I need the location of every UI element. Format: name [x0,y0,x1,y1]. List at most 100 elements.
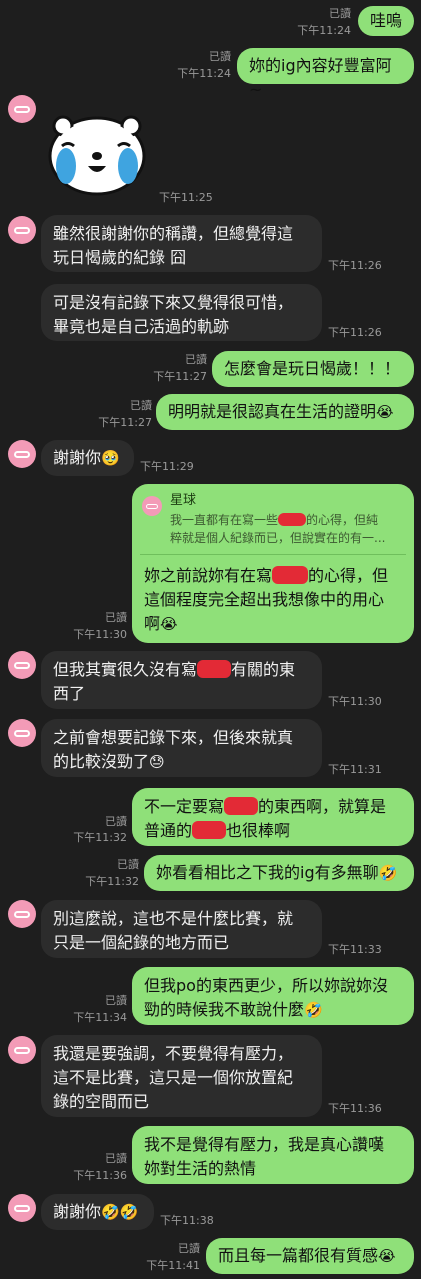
read-receipt: 已讀 [105,815,127,828]
message-time: 下午11:24 [177,67,231,80]
redaction-mark [192,821,227,839]
message-time: 下午11:34 [73,1011,127,1024]
message-time: 下午11:27 [153,370,207,383]
quoted-sender-name: 星球 [170,493,197,508]
message-line: 畢竟也是自己活過的軌跡 [53,317,230,336]
message-bubble[interactable]: 妳的ig內容好豐富阿~ [237,48,414,99]
message-bubble[interactable]: 但我其實很久沒有寫 有關的東 西了 [41,651,322,709]
message-time: 下午11:29 [140,460,194,473]
message-time: 下午11:31 [328,763,382,776]
message-text: 妳看看相比之下我的ig有多無聊 [156,863,379,882]
message-text: 有關的東 [231,660,296,679]
message-text: 而且每一篇都很有質感 [218,1246,379,1265]
contact-avatar[interactable] [8,651,36,679]
message-bubble[interactable]: 星球 我一直都有在寫一些 的心得，但純 粹就是個人紀錄而已，但說實在的有一... … [132,484,414,643]
message-text: 但我其實很久沒有寫 [53,660,198,679]
message-time: 下午11:30 [73,628,127,641]
message-line: 不一定要寫 的東西啊，就算是 [144,795,402,819]
message-line: 玩日愒歲的紀錄 囧 [53,248,187,267]
message-line: 妳之前說妳有在寫 的心得，但 [144,564,388,588]
contact-avatar[interactable] [8,719,36,747]
contact-avatar[interactable] [8,1036,36,1064]
message-line: 的比較沒勁了😓 [53,750,310,774]
message-time: 下午11:33 [328,943,382,956]
sweat-emoji-icon: 😓 [149,753,165,771]
message-text: 的心得，但 [308,566,389,585]
quoted-avatar [142,496,162,516]
contact-avatar[interactable] [8,95,36,123]
quoted-message[interactable]: 星球 我一直都有在寫一些 的心得，但純 粹就是個人紀錄而已，但說實在的有一... [132,484,414,549]
message-time: 下午11:36 [73,1169,127,1182]
message-bubble[interactable]: 謝謝你🤣🤣 [41,1194,154,1230]
message-line: 這不是比賽，這只是一個你放置紀 [53,1068,294,1087]
message-time: 下午11:41 [146,1259,200,1272]
redaction-mark [197,660,232,678]
message-text: 不一定要寫 [144,797,225,816]
message-bubble[interactable]: 謝謝你🥹 [41,440,134,476]
message-bubble[interactable]: 哇嗚 [358,6,414,36]
message-line: 妳對生活的熱情 [144,1159,257,1178]
message-time: 下午11:25 [159,191,213,204]
message-bubble[interactable]: 怎麼會是玩日愒歲！！！ [212,351,414,387]
quoted-text: 我一直都有在寫一些 [170,513,279,527]
crying-bear-sticker[interactable] [46,108,148,196]
rofl-emoji-icon: 🤣 [378,864,398,882]
message-time: 下午11:36 [328,1102,382,1115]
quote-divider [140,554,406,555]
message-time: 下午11:38 [160,1214,214,1227]
pleading-emoji-icon: 🥹 [101,449,120,467]
message-line: 雖然很謝謝你的稱讚，但總覺得這 [53,224,294,243]
message-text: 明明就是很認真在生活的證明 [168,402,377,421]
message-text: 的東西啊，就算是 [258,797,387,816]
read-receipt: 已讀 [105,994,127,1007]
message-bubble[interactable]: 不一定要寫 的東西啊，就算是 普通的 也很棒啊 [132,788,414,846]
message-line: 可是沒有記錄下來又覺得很可惜， [53,293,294,312]
read-receipt: 已讀 [117,858,139,871]
message-line: 別這麼說，這也不是什麼比賽，就 [53,909,294,928]
message-bubble[interactable]: 明明就是很認真在生活的證明😭 [156,394,414,430]
message-line: 只是一個紀錄的地方而已 [53,933,230,952]
contact-avatar[interactable] [8,440,36,468]
crying-emoji-icon: 😭 [160,615,178,633]
message-bubble[interactable]: 但我po的東西更少，所以妳說妳沒 勁的時候我不敢說什麼🤣 [132,967,414,1025]
message-bubble[interactable]: 我不是覺得有壓力，我是真心讚嘆 妳對生活的熱情 [132,1126,414,1184]
message-text: 勁的時候我不敢說什麼 [144,1000,305,1019]
message-bubble[interactable]: 而且每一篇都很有質感😭 [206,1238,414,1274]
message-bubble[interactable]: 我還是要強調，不要覺得有壓力， 這不是比賽，這只是一個你放置紀 錄的空間而已 [41,1035,322,1117]
message-line: 啊😭 [144,612,178,636]
message-bubble[interactable]: 雖然很謝謝你的稱讚，但總覺得這 玩日愒歲的紀錄 囧 [41,215,322,272]
message-bubble[interactable]: 之前會想要記錄下來，但後來就真 的比較沒勁了😓 [41,719,322,777]
message-text: 哇嗚 [370,11,403,30]
message-text: 謝謝你 [53,1202,102,1221]
quoted-text: 粹就是個人紀錄而已，但說實在的有一... [170,531,386,545]
message-text: 普通的 [144,821,193,840]
redaction-mark [278,513,307,526]
contact-avatar[interactable] [8,900,36,928]
contact-avatar[interactable] [8,216,36,244]
message-bubble[interactable]: 妳看看相比之下我的ig有多無聊🤣 [144,855,414,891]
message-line: 之前會想要記錄下來，但後來就真 [53,728,294,747]
crying-emoji-icon: 😭 [376,403,394,421]
redaction-mark [272,566,309,584]
message-time: 下午11:30 [328,695,382,708]
message-time: 下午11:24 [297,24,351,37]
quoted-text: 的心得，但純 [306,513,379,527]
read-receipt: 已讀 [105,611,127,624]
message-time: 下午11:32 [85,875,139,888]
message-line: 但我po的東西更少，所以妳說妳沒 [144,976,388,995]
message-bubble[interactable]: 可是沒有記錄下來又覺得很可惜， 畢竟也是自己活過的軌跡 [41,284,322,341]
message-line: 我不是覺得有壓力，我是真心讚嘆 [144,1135,385,1154]
message-bubble[interactable]: 別這麼說，這也不是什麼比賽，就 只是一個紀錄的地方而已 [41,900,322,958]
message-line: 我還是要強調，不要覺得有壓力， [53,1044,294,1063]
message-text: 謝謝你 [53,448,102,467]
read-receipt: 已讀 [130,399,152,412]
message-text: 啊 [144,614,161,633]
read-receipt: 已讀 [178,1242,200,1255]
contact-avatar[interactable] [8,1194,36,1222]
message-time: 下午11:27 [98,416,152,429]
read-receipt: 已讀 [185,353,207,366]
message-line: 這個程度完全超出我想像中的用心 [144,590,385,609]
crying-emoji-icon: 😭 [378,1247,396,1265]
rofl-emoji-icon: 🤣 [304,1001,323,1019]
message-line: 但我其實很久沒有寫 有關的東 [53,658,310,682]
